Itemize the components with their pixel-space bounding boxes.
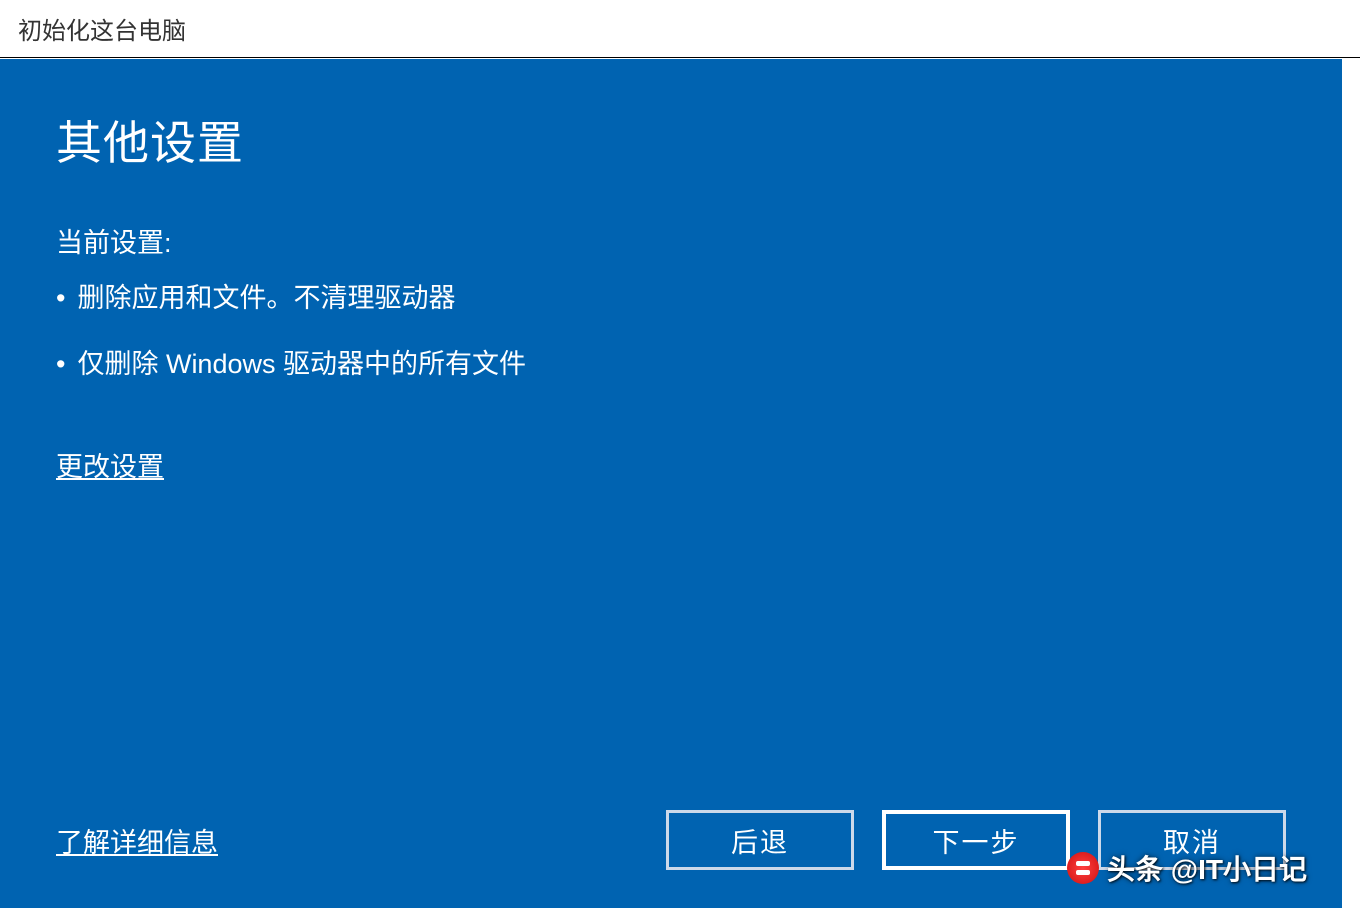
content-area: 其他设置 当前设置: • 删除应用和文件。不清理驱动器 • 仅删除 Window… xyxy=(0,59,1342,908)
list-item-text: 删除应用和文件。不清理驱动器 xyxy=(77,278,455,319)
list-item: • 删除应用和文件。不清理驱动器 xyxy=(56,278,1286,319)
bullet-icon: • xyxy=(56,344,65,385)
list-item: • 仅删除 Windows 驱动器中的所有文件 xyxy=(56,344,1286,385)
button-row: 后退 下一步 取消 xyxy=(666,810,1286,870)
learn-more-link[interactable]: 了解详细信息 xyxy=(56,821,218,860)
footer: 了解详细信息 后退 下一步 取消 xyxy=(56,810,1286,878)
list-item-text: 仅删除 Windows 驱动器中的所有文件 xyxy=(77,344,526,385)
bullet-icon: • xyxy=(56,278,65,319)
window-title: 初始化这台电脑 xyxy=(18,11,186,46)
back-button[interactable]: 后退 xyxy=(666,810,854,870)
titlebar: 初始化这台电脑 xyxy=(0,0,1360,58)
current-settings-label: 当前设置: xyxy=(56,221,1286,260)
change-settings-link[interactable]: 更改设置 xyxy=(56,445,1286,484)
next-button[interactable]: 下一步 xyxy=(882,810,1070,870)
page-title: 其他设置 xyxy=(56,107,1286,173)
cancel-button[interactable]: 取消 xyxy=(1098,810,1286,870)
settings-list: • 删除应用和文件。不清理驱动器 • 仅删除 Windows 驱动器中的所有文件 xyxy=(56,278,1286,409)
